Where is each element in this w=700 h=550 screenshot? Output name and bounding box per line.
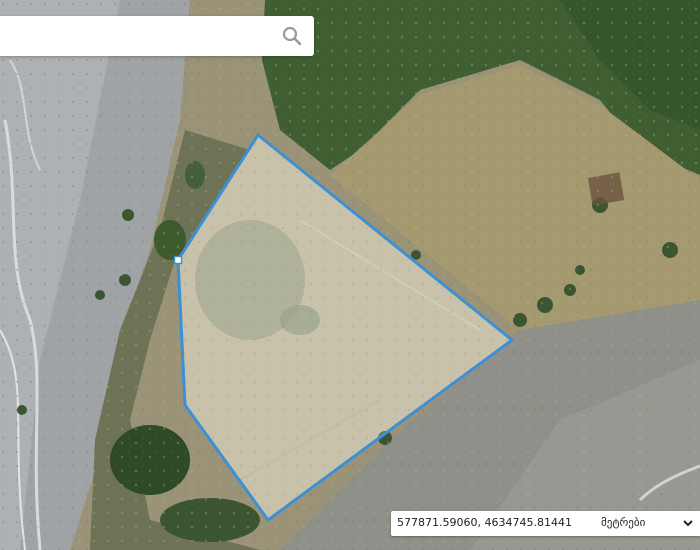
search-input[interactable] bbox=[10, 16, 269, 58]
vertex-handle[interactable] bbox=[173, 255, 183, 265]
unit-label: მეტრები bbox=[601, 516, 646, 529]
search-icon[interactable] bbox=[280, 24, 304, 48]
search-bar bbox=[0, 16, 314, 58]
chevron-down-icon bbox=[682, 517, 694, 529]
unit-dropdown[interactable]: მეტრები bbox=[601, 511, 700, 536]
coordinate-readout-bar: 577871.59060, 4634745.81441 მეტრები bbox=[391, 511, 700, 536]
coordinate-readout: 577871.59060, 4634745.81441 bbox=[397, 516, 572, 529]
satellite-map[interactable] bbox=[0, 0, 700, 550]
